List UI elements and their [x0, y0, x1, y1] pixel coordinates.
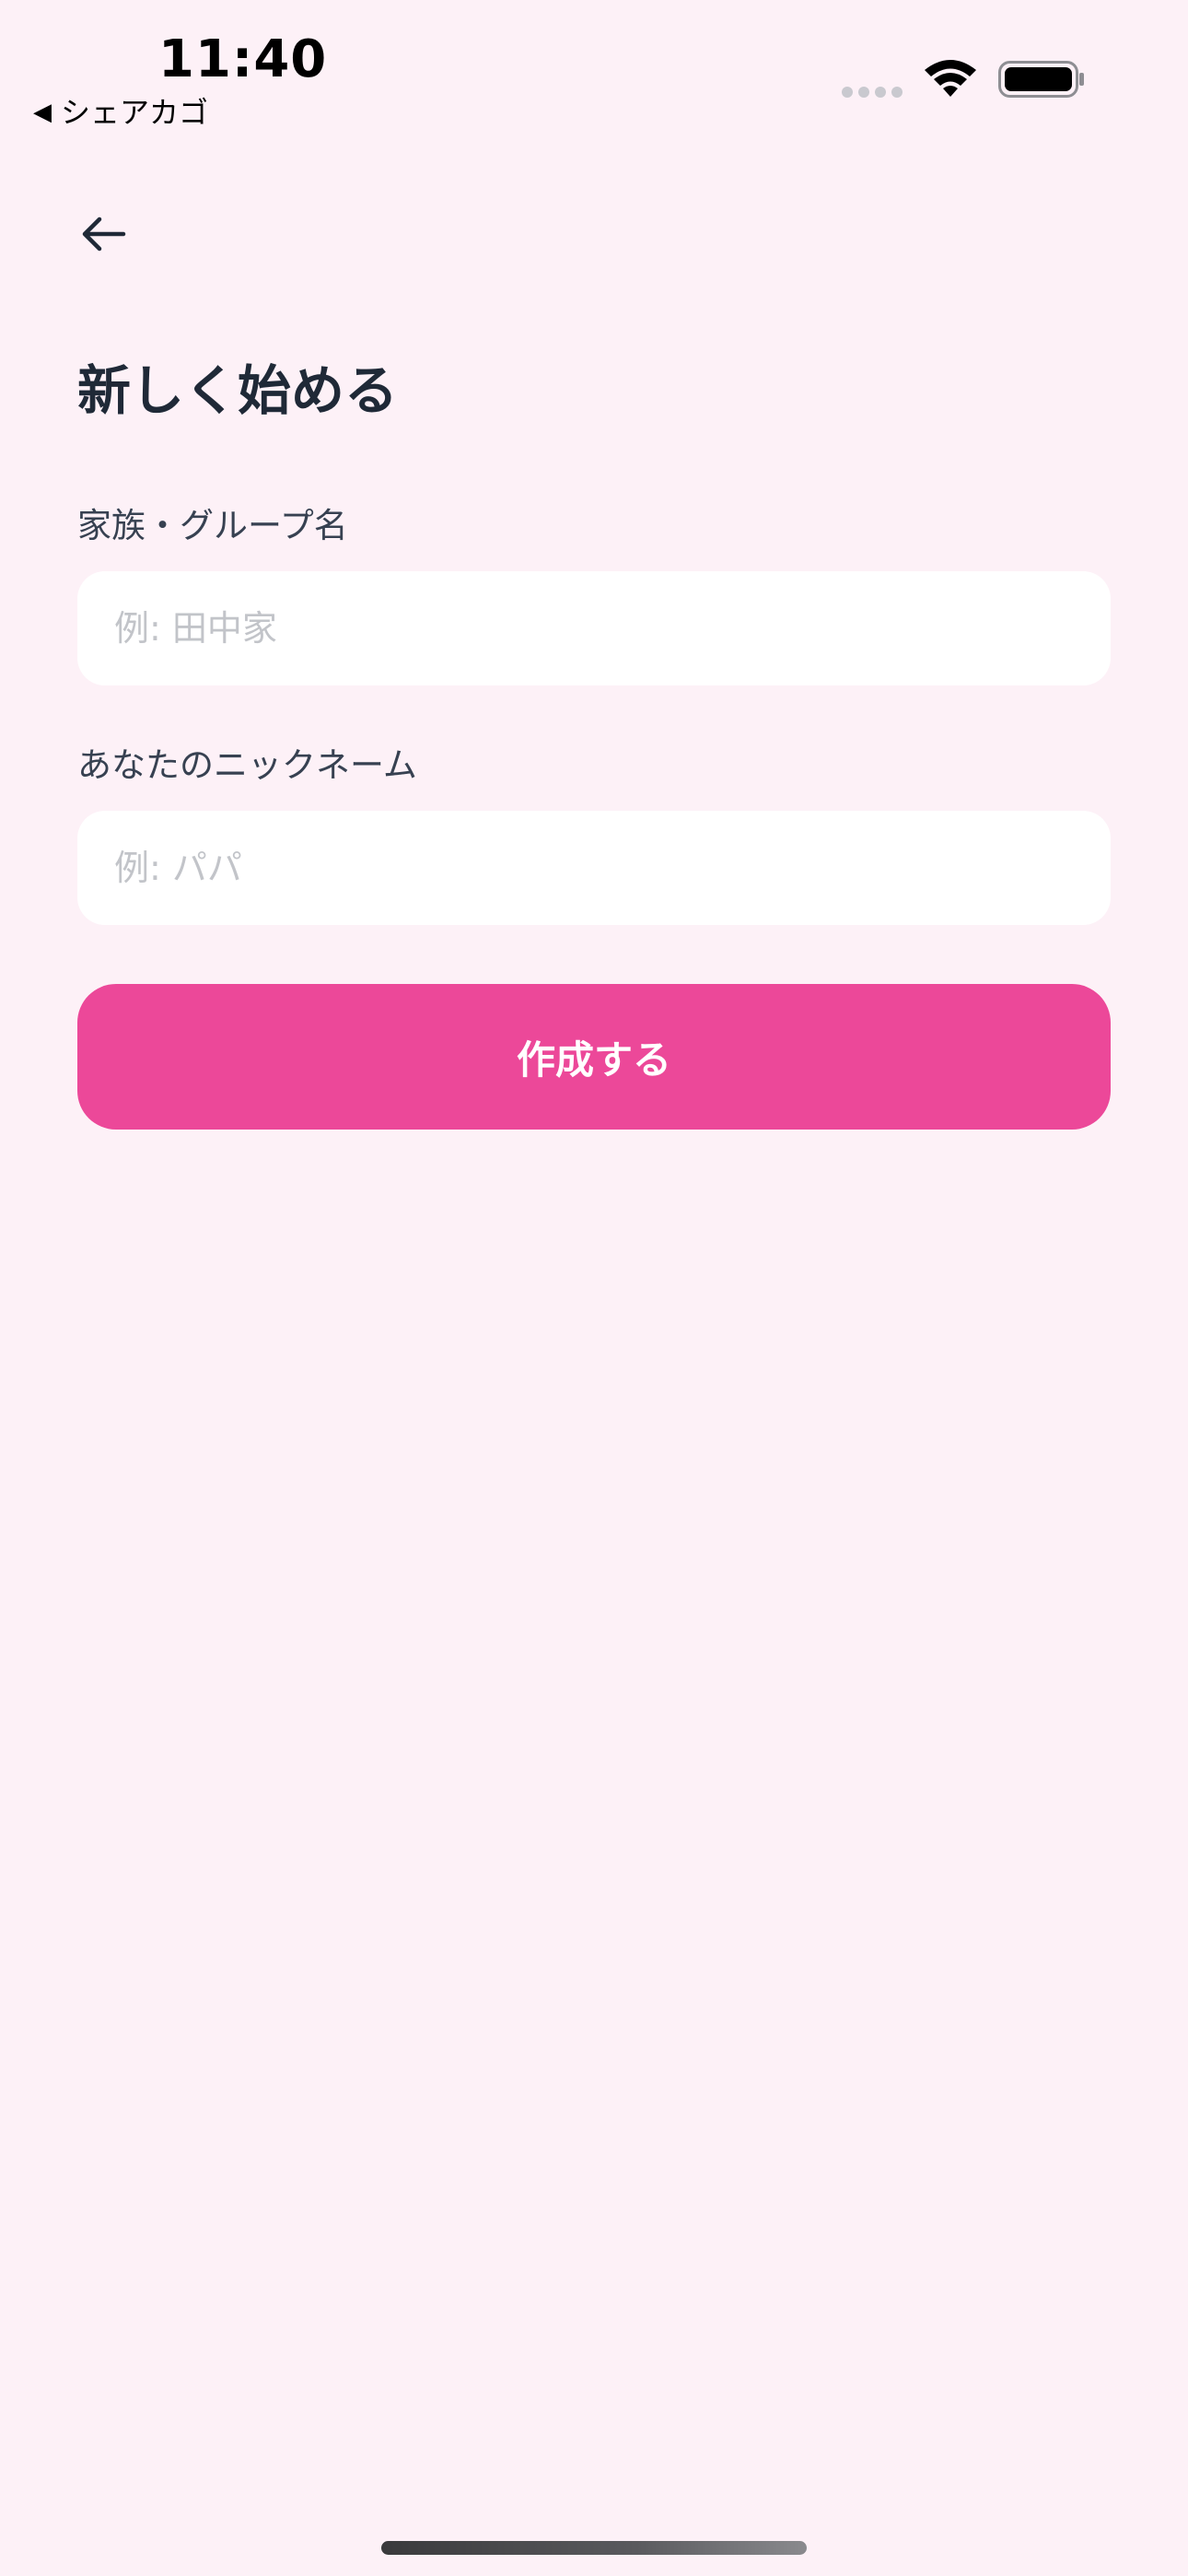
page-title: 新しく始める: [77, 359, 399, 422]
home-indicator[interactable]: [381, 2541, 807, 2555]
group-name-label: 家族・グループ名: [77, 506, 348, 545]
battery-icon: [998, 61, 1084, 98]
group-name-input[interactable]: [77, 571, 1111, 685]
status-time: 11:40: [158, 29, 328, 89]
back-button[interactable]: [77, 208, 129, 260]
nickname-label: あなたのニックネーム: [77, 745, 417, 785]
back-to-app-link[interactable]: ◀ シェアカゴ: [33, 92, 208, 133]
arrow-left-icon: [82, 217, 126, 252]
create-button[interactable]: 作成する: [77, 984, 1111, 1130]
wifi-icon: [925, 60, 976, 97]
back-triangle-icon: ◀: [33, 99, 52, 126]
back-to-app-label: シェアカゴ: [61, 95, 209, 130]
signal-dots-icon: [842, 87, 903, 98]
nickname-input[interactable]: [77, 811, 1111, 925]
